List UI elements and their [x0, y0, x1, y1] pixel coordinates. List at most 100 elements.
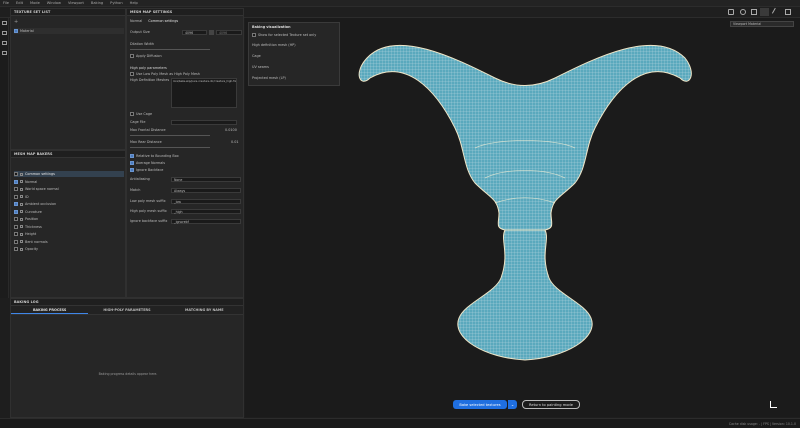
output-size-select-2[interactable]: 4096 [216, 30, 242, 35]
shelf-icon[interactable] [2, 41, 7, 45]
menu-edit[interactable]: Edit [16, 1, 23, 5]
render-icon[interactable] [751, 9, 757, 15]
baker-item[interactable]: Opacity [14, 246, 124, 252]
tab-common-settings[interactable]: Common settings [148, 19, 178, 23]
baking-log-empty-text: Baking progress details appear here. [98, 372, 158, 376]
window-icon[interactable] [728, 9, 734, 15]
tab-baking-process[interactable]: BAKING PROCESS [11, 306, 89, 314]
menu-help[interactable]: Help [130, 1, 138, 5]
viewport[interactable]: Viewport Material Baking visualization S… [245, 18, 800, 417]
use-cage-row[interactable]: Use Cage [130, 111, 152, 117]
baker-checkbox[interactable] [14, 172, 18, 176]
book-icon[interactable] [2, 51, 7, 55]
baker-checkbox[interactable] [14, 224, 18, 229]
bake-options-icon[interactable]: ⌄ [508, 400, 517, 409]
cage-file-field[interactable] [171, 120, 237, 125]
baker-map-icon [20, 195, 23, 198]
menu-python[interactable]: Python [110, 1, 122, 5]
baker-checkbox[interactable] [14, 194, 18, 199]
baker-checkbox[interactable] [14, 247, 18, 251]
baker-checkbox[interactable] [14, 239, 18, 244]
relative-bbox-row[interactable]: Relative to Bounding Box [130, 153, 179, 159]
menu-viewport[interactable]: Viewport [68, 1, 84, 5]
baker-item[interactable]: Thickness [14, 224, 124, 230]
settings-icon[interactable] [785, 9, 791, 15]
apply-diffusion-label: Apply Diffusion [136, 54, 162, 58]
baker-checkbox[interactable] [14, 209, 18, 214]
brush-icon[interactable] [771, 7, 781, 17]
high-poly-suffix-field[interactable]: _high [171, 209, 241, 214]
dilation-slider[interactable] [130, 49, 210, 50]
ignore-backface-label: Ignore Backface [136, 168, 164, 172]
baker-item[interactable]: Common settings [14, 171, 124, 177]
use-low-poly-label: Use Low Poly Mesh as High Poly Mesh [136, 72, 200, 76]
low-poly-suffix-field[interactable]: _low [171, 199, 241, 204]
max-frontal-value[interactable]: 0.0100 [225, 127, 237, 133]
return-to-painting-button[interactable]: Return to painting mode [522, 400, 580, 409]
bake-selected-button[interactable]: Bake selected textures [453, 400, 507, 409]
texture-set-item[interactable]: Material [14, 28, 124, 34]
ignore-backface-suffix-field[interactable]: _ignorebf [171, 219, 241, 224]
tab-high-poly-parameters[interactable]: HIGH-POLY PARAMETERS [88, 306, 165, 314]
baker-checkbox[interactable] [14, 217, 18, 221]
mesh-map-bakers-panel: MESH MAP BAKERS Common settings Normal Wor… [10, 150, 126, 298]
max-rear-value[interactable]: 0.01 [231, 139, 239, 145]
high-def-meshes-list[interactable]: lora/bake-wip/pure-creature-dir/creature… [171, 78, 237, 108]
add-icon[interactable]: + [14, 19, 18, 25]
average-normals-checkbox[interactable] [130, 161, 134, 165]
layers-icon[interactable] [2, 21, 7, 25]
ignore-backface-row[interactable]: Ignore Backface [130, 167, 163, 173]
lock-icon[interactable] [209, 30, 214, 35]
apply-diffusion-row[interactable]: Apply Diffusion [130, 53, 162, 59]
baker-item[interactable]: ID [14, 194, 124, 200]
tab-matching-by-name[interactable]: MATCHING BY NAME [166, 306, 243, 314]
relative-bbox-checkbox[interactable] [130, 154, 134, 158]
menu-mode[interactable]: Mode [30, 1, 40, 5]
max-rear-slider[interactable] [130, 147, 210, 148]
camera-icon[interactable] [740, 9, 746, 15]
baker-item[interactable]: Height [14, 231, 124, 237]
show-selected-row[interactable]: Show for selected Texture set only [252, 32, 316, 38]
baker-label: Opacity [25, 247, 39, 251]
texture-set-checkbox[interactable] [14, 29, 18, 33]
antialiasing-select[interactable]: None [171, 177, 241, 182]
paint-mode-icon[interactable] [760, 8, 769, 16]
tab-normal[interactable]: Normal [130, 19, 142, 23]
texture-set-title: TEXTURE SET LIST [11, 9, 125, 16]
texture-set-panel: TEXTURE SET LIST + Material [10, 8, 126, 150]
apply-diffusion-checkbox[interactable] [130, 54, 134, 58]
output-size-select[interactable]: 4096 [182, 30, 207, 35]
baker-item[interactable]: Bent normals [14, 239, 124, 245]
menu-file[interactable]: File [3, 1, 9, 5]
viz-section-projected[interactable]: Projected mesh (LP) [252, 75, 286, 81]
viz-section-cage[interactable]: Cage [252, 53, 261, 59]
use-cage-checkbox[interactable] [130, 112, 134, 116]
baker-checkbox[interactable] [14, 179, 18, 184]
max-frontal-slider[interactable] [130, 135, 210, 136]
use-low-poly-checkbox[interactable] [130, 72, 134, 76]
baking-log-title: BAKING LOG [11, 299, 243, 306]
menu-baking[interactable]: Baking [91, 1, 103, 5]
baker-item[interactable]: World space normal [14, 186, 124, 192]
baker-checkbox[interactable] [14, 187, 18, 191]
assets-icon[interactable] [2, 31, 7, 35]
baker-map-icon [20, 210, 23, 213]
viz-section-uv-seams[interactable]: UV seams [252, 64, 269, 70]
left-tool-strip [0, 18, 9, 298]
average-normals-row[interactable]: Average Normals [130, 160, 165, 166]
ignore-backface-checkbox[interactable] [130, 168, 134, 172]
high-def-meshes-label: High Definition Meshes [130, 78, 170, 82]
view-mode-select[interactable]: Viewport Material [730, 21, 794, 27]
baker-checkbox[interactable] [14, 202, 18, 206]
menu-window[interactable]: Window [47, 1, 61, 5]
baking-log-tabs: BAKING PROCESS HIGH-POLY PARAMETERS MATC… [11, 306, 243, 315]
baker-item[interactable]: Position [14, 216, 124, 222]
baker-checkbox[interactable] [14, 232, 18, 236]
baker-item[interactable]: Ambient occlusion [14, 201, 124, 207]
match-select[interactable]: Always [171, 188, 241, 193]
baker-item[interactable]: Curvature [14, 209, 124, 215]
show-selected-checkbox[interactable] [252, 33, 256, 37]
output-size-label: Output Size [130, 30, 150, 34]
baker-item[interactable]: Normal [14, 179, 124, 185]
viz-section-hp[interactable]: High definition mesh (HP) [252, 42, 296, 48]
